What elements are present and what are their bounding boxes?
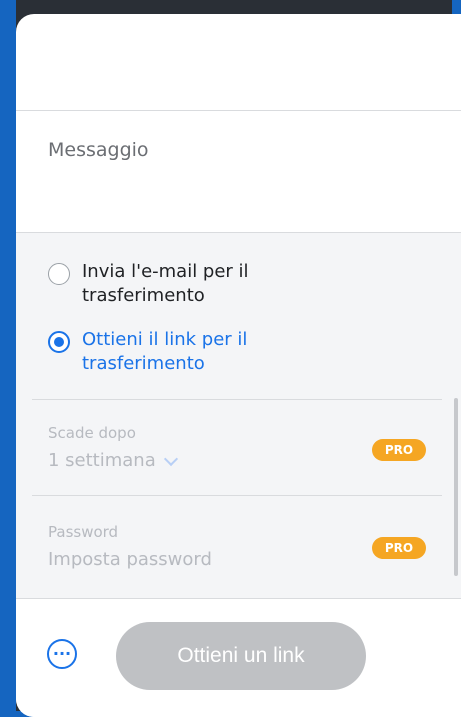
- transfer-settings: Invia l'e-mail per il trasferimento Otti…: [16, 232, 461, 598]
- radio-label-email: Invia l'e-mail per il trasferimento: [82, 261, 249, 306]
- top-field-area[interactable]: [16, 14, 461, 111]
- action-bar: ··· Ottieni un link: [16, 598, 461, 717]
- message-field[interactable]: Messaggio: [16, 111, 461, 233]
- password-input[interactable]: Imposta password: [48, 549, 212, 570]
- expiry-value: 1 settimana: [48, 450, 156, 471]
- pro-badge-password[interactable]: PRO: [372, 537, 426, 559]
- more-options-glyph: ···: [52, 644, 72, 663]
- divider: [32, 399, 442, 400]
- radio-option-link[interactable]: Ottieni il link per il trasferimento: [48, 328, 342, 376]
- message-placeholder: Messaggio: [48, 139, 149, 161]
- divider: [32, 495, 442, 496]
- more-options-icon[interactable]: ···: [47, 639, 77, 669]
- transfer-panel: Messaggio Invia l'e-mail per il trasferi…: [16, 14, 461, 717]
- expiry-select[interactable]: 1 settimana: [48, 450, 178, 471]
- password-placeholder: Imposta password: [48, 549, 212, 570]
- radio-option-email[interactable]: Invia l'e-mail per il trasferimento: [48, 260, 342, 308]
- chevron-down-icon: [163, 451, 178, 466]
- radio-button-email[interactable]: [48, 263, 70, 285]
- radio-button-link[interactable]: [48, 331, 70, 353]
- window-frame-left: [0, 0, 16, 717]
- get-link-button[interactable]: Ottieni un link: [116, 622, 366, 690]
- pro-badge-expiry[interactable]: PRO: [372, 439, 426, 461]
- password-label: Password: [48, 523, 119, 541]
- scrollbar[interactable]: [454, 398, 458, 576]
- expiry-label: Scade dopo: [48, 424, 136, 442]
- radio-label-link: Ottieni il link per il trasferimento: [82, 329, 248, 374]
